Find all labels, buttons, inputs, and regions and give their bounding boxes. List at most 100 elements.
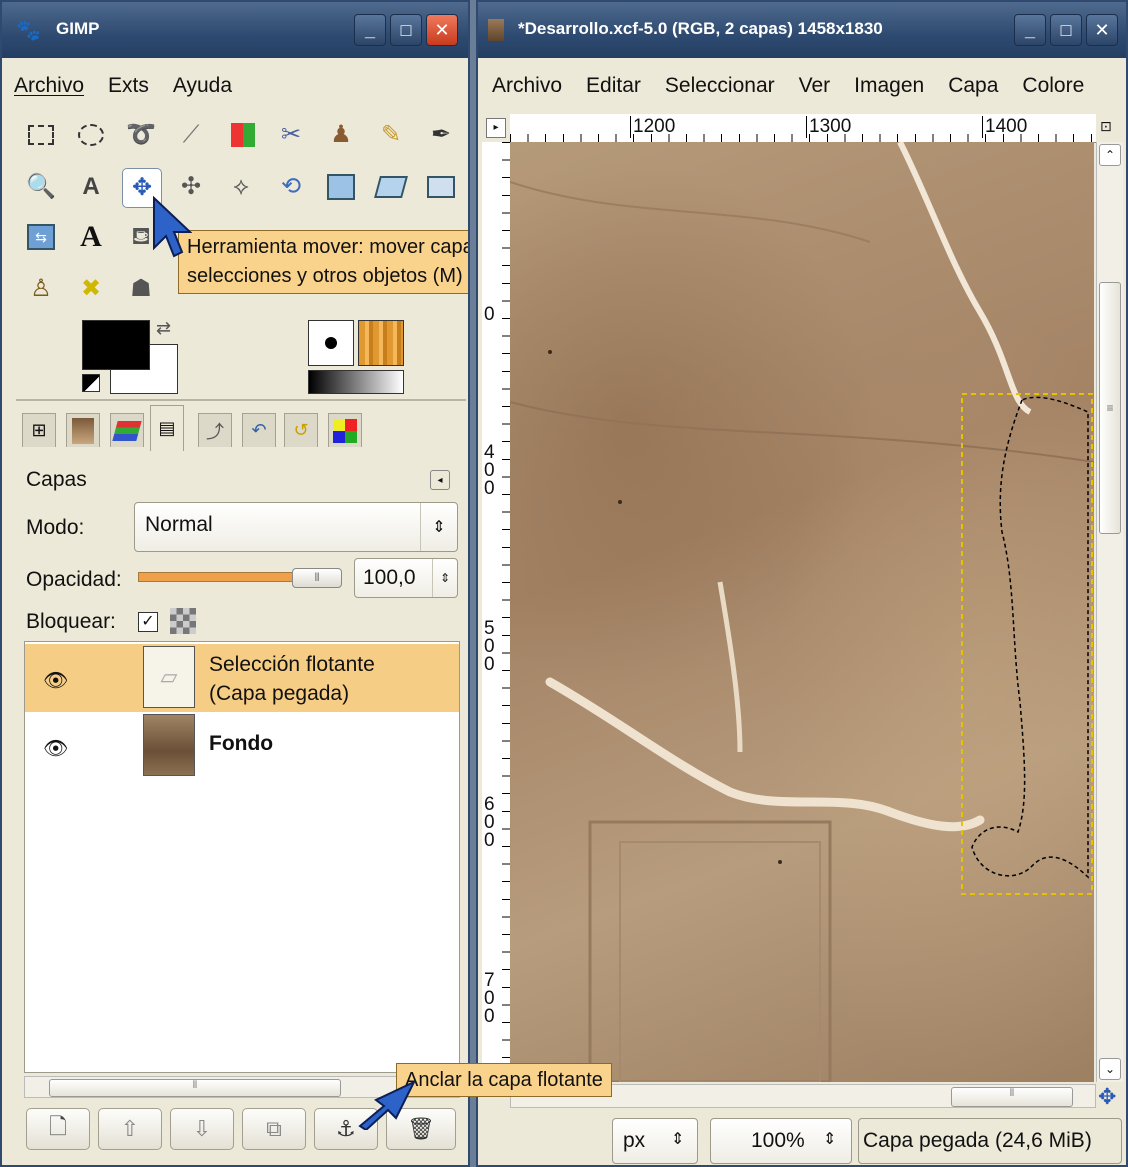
menu-editar[interactable]: Editar xyxy=(586,74,641,98)
tab-image-icon[interactable] xyxy=(66,413,100,447)
scroll-down-icon[interactable]: ⌄ xyxy=(1099,1058,1121,1080)
layer-name-line1: Selección flotante xyxy=(209,653,375,676)
mode-select[interactable]: Normal ⇕ xyxy=(134,502,458,552)
opacity-slider-handle[interactable]: ⦀ xyxy=(292,568,342,588)
tab-layers-icon[interactable]: ▤ xyxy=(150,405,184,451)
hscroll-thumb[interactable]: ⦀ xyxy=(49,1079,341,1097)
menu-archivo[interactable]: Archivo xyxy=(492,74,562,98)
image-titlebar[interactable]: *Desarrollo.xcf-5.0 (RGB, 2 capas) 1458x… xyxy=(478,2,1126,58)
ruler-v-label-500: 500 xyxy=(484,618,495,675)
crop-icon[interactable]: ⟡ xyxy=(224,170,258,204)
zoom-select[interactable]: 100% ⇕ xyxy=(710,1118,852,1164)
ruler-label-1400: 1400 xyxy=(982,116,1027,138)
unit-select[interactable]: px ⇕ xyxy=(612,1118,698,1164)
opacity-value: 100,0 xyxy=(363,566,416,589)
zoom-fit-icon[interactable]: ⊡ xyxy=(1100,118,1112,135)
lock-label: Bloquear: xyxy=(26,610,116,633)
minimize-button[interactable]: _ xyxy=(1014,14,1046,46)
opacity-spin[interactable]: 100,0 ⇕ xyxy=(354,558,458,598)
menu-archivo[interactable]: Archivo xyxy=(14,74,84,98)
image-menubar: Archivo Editar Seleccionar Ver Imagen Ca… xyxy=(478,60,1126,112)
ellipse-select-icon[interactable] xyxy=(74,118,108,152)
navigate-icon[interactable]: ✥ xyxy=(1098,1084,1116,1110)
rotate-icon[interactable]: ⟲ xyxy=(274,170,308,204)
visibility-eye-icon[interactable]: 👁 xyxy=(43,736,68,761)
scissors-icon[interactable]: ✂ xyxy=(274,118,308,152)
ruler-label-1200: 1200 xyxy=(630,116,675,138)
foreground-color-swatch[interactable] xyxy=(82,320,150,370)
new-layer-button[interactable]: 🗋 xyxy=(26,1108,90,1150)
tab-palette-icon[interactable] xyxy=(328,413,362,447)
layer-row-fondo[interactable]: 👁 Fondo xyxy=(25,712,459,780)
measure-icon[interactable]: A xyxy=(74,170,108,204)
lasso-icon[interactable]: ➰ xyxy=(124,118,158,152)
ruler-v-label-600: 600 xyxy=(484,794,495,851)
tab-paths-icon[interactable]: ⤴ xyxy=(198,413,232,447)
hscroll-thumb[interactable]: ⦀ xyxy=(951,1087,1073,1107)
default-colors-icon[interactable] xyxy=(82,374,100,392)
close-button[interactable]: ✕ xyxy=(426,14,458,46)
layer-name-floating: Selección flotante (Capa pegada) xyxy=(209,650,375,708)
gradient-preview[interactable] xyxy=(308,370,404,394)
maximize-button[interactable]: □ xyxy=(1050,14,1082,46)
color-select-icon[interactable] xyxy=(226,118,260,152)
duplicate-layer-button[interactable]: ⧉ xyxy=(242,1108,306,1150)
quick-mask-menu-icon[interactable]: ▸ xyxy=(486,118,506,138)
menu-imagen[interactable]: Imagen xyxy=(854,74,924,98)
tab-history-icon[interactable]: ↺ xyxy=(284,413,318,447)
scale-icon[interactable] xyxy=(324,170,358,204)
menu-ayuda[interactable]: Ayuda xyxy=(173,74,232,98)
menu-capa[interactable]: Capa xyxy=(948,74,998,98)
menu-exts[interactable]: Exts xyxy=(108,74,149,98)
image-canvas[interactable] xyxy=(510,142,1094,1082)
vscroll-thumb[interactable]: ≡ xyxy=(1099,282,1121,534)
text-icon[interactable]: A xyxy=(74,220,108,254)
zoom-icon[interactable]: 🔍 xyxy=(24,170,58,204)
minimize-button[interactable]: _ xyxy=(354,14,386,46)
heal-icon[interactable]: ✖ xyxy=(74,272,108,306)
lock-alpha-icon xyxy=(170,608,196,634)
spin-arrows-icon[interactable]: ⇕ xyxy=(432,559,457,597)
anchor-tooltip: Anclar la capa flotante xyxy=(396,1063,612,1097)
menu-colores[interactable]: Colore xyxy=(1022,74,1084,98)
clone-icon[interactable]: ♙ xyxy=(24,272,58,306)
pattern-preview[interactable] xyxy=(358,320,404,366)
flip-icon[interactable]: ⇆ xyxy=(24,220,58,254)
vertical-scrollbar[interactable]: ⌃ ≡ ⌄ xyxy=(1096,142,1123,1082)
rect-select-icon[interactable] xyxy=(24,118,58,152)
visibility-eye-icon[interactable]: 👁 xyxy=(43,668,68,693)
smudge-icon[interactable]: ☗ xyxy=(124,272,158,306)
menu-seleccionar[interactable]: Seleccionar xyxy=(665,74,775,98)
horizontal-ruler[interactable]: 1200 1300 1400 xyxy=(510,114,1096,143)
foreground-select-icon[interactable]: ♟ xyxy=(324,118,358,152)
mouse-cursor-anchor xyxy=(358,1080,416,1130)
lock-alpha-checkbox[interactable]: ✓ xyxy=(138,612,158,632)
vertical-ruler[interactable]: 0 400 500 600 700 xyxy=(482,142,511,1082)
tab-channels-icon[interactable] xyxy=(110,413,144,447)
lower-layer-button[interactable]: ⇩ xyxy=(170,1108,234,1150)
close-button[interactable]: ✕ xyxy=(1086,14,1118,46)
tab-tool-options-icon[interactable]: ⊞ xyxy=(22,413,56,447)
image-window: *Desarrollo.xcf-5.0 (RGB, 2 capas) 1458x… xyxy=(476,0,1128,1167)
paths-icon[interactable]: ✎ xyxy=(374,118,408,152)
toolbox-titlebar[interactable]: 🐾 GIMP _ □ ✕ xyxy=(2,2,468,58)
color-picker-icon[interactable]: ✒ xyxy=(424,118,458,152)
raise-layer-button[interactable]: ⇧ xyxy=(98,1108,162,1150)
panel-menu-icon[interactable]: ◂ xyxy=(430,470,450,490)
toolbox-menubar: Archivo Exts Ayuda xyxy=(2,60,468,112)
mode-value: Normal xyxy=(145,513,213,536)
scroll-up-icon[interactable]: ⌃ xyxy=(1099,144,1121,166)
mode-label: Modo: xyxy=(26,516,85,539)
perspective-icon[interactable] xyxy=(424,170,458,204)
menu-ver[interactable]: Ver xyxy=(799,74,831,98)
dock-tabs: ⊞ ▤ ⤴ ↶ ↺ xyxy=(22,405,462,451)
tab-undo-icon[interactable]: ↶ xyxy=(242,413,276,447)
brush-preview[interactable] xyxy=(308,320,354,366)
swap-colors-icon[interactable]: ⇄ xyxy=(156,318,171,339)
maximize-button[interactable]: □ xyxy=(390,14,422,46)
layer-row-floating[interactable]: 👁 ▱ Selección flotante (Capa pegada) xyxy=(25,644,459,712)
magic-wand-icon[interactable]: ⟋ xyxy=(174,118,208,152)
shear-icon[interactable] xyxy=(374,170,408,204)
move-tooltip-line2: selecciones y otros objetos (M) xyxy=(187,265,463,287)
image-title: *Desarrollo.xcf-5.0 (RGB, 2 capas) 1458x… xyxy=(518,19,883,38)
